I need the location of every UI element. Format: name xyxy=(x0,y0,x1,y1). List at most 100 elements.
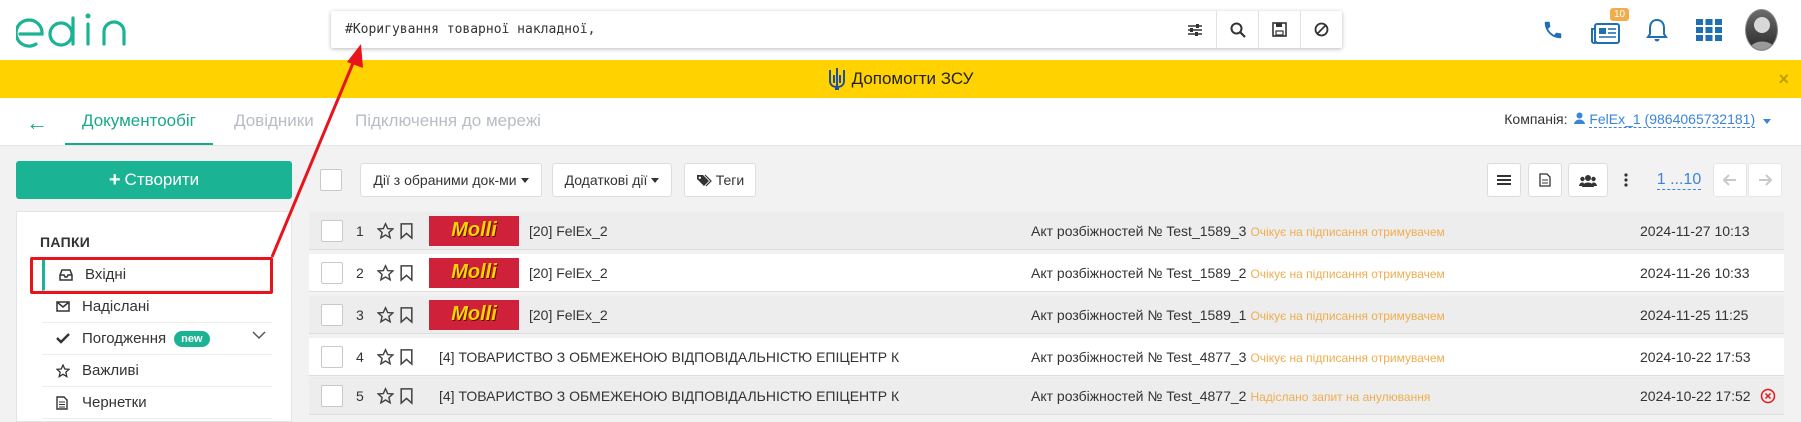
bookmark-icon[interactable] xyxy=(400,348,413,365)
save-icon xyxy=(1272,22,1287,37)
folder-sent[interactable]: Надіслані xyxy=(42,291,272,323)
row-checkbox[interactable] xyxy=(321,303,343,326)
document-status: Очікує на підписання отримувачем xyxy=(1250,266,1445,281)
filter-button[interactable] xyxy=(1174,11,1216,48)
tab-document-flow[interactable]: Документообіг xyxy=(65,98,213,145)
document-date: 2024-11-26 10:33 xyxy=(1640,264,1750,281)
tags-label: Теги xyxy=(715,172,745,188)
more-options-button[interactable] xyxy=(1614,163,1638,197)
document-title: Акт розбіжностей № Test_4877_2 xyxy=(1031,387,1247,404)
row-checkbox[interactable] xyxy=(321,384,343,407)
table-row[interactable]: 3 Molli [20] FelEx_2 Акт розбіжностей № … xyxy=(309,296,1784,334)
company-selector[interactable]: Компанія: FelEx_1 (9864065732181) xyxy=(1504,111,1771,128)
selected-actions-dropdown[interactable]: Дії з обраними док-ми xyxy=(360,163,542,197)
save-search-button[interactable] xyxy=(1258,11,1300,48)
new-badge: new xyxy=(174,330,210,347)
prev-page-button[interactable] xyxy=(1713,163,1747,197)
banner-text: Допомогти ЗСУ xyxy=(851,69,974,88)
create-label: Створити xyxy=(124,170,200,189)
star-icon[interactable] xyxy=(377,222,394,239)
document-cell[interactable]: Акт розбіжностей № Test_4877_3 Очікує на … xyxy=(1031,349,1445,365)
extra-actions-dropdown[interactable]: Додаткові дії xyxy=(552,163,672,197)
star-icon[interactable] xyxy=(377,264,394,281)
phone-button[interactable] xyxy=(1536,0,1570,60)
next-page-button[interactable] xyxy=(1748,163,1782,197)
document-title: Акт розбіжностей № Test_1589_1 xyxy=(1031,306,1247,323)
document-title: Акт розбіжностей № Test_1589_2 xyxy=(1031,264,1247,281)
tab-network-connection[interactable]: Підключення до мережі xyxy=(355,98,541,145)
folders-title: ПАПКИ xyxy=(40,234,91,250)
document-cell[interactable]: Акт розбіжностей № Test_1589_3 Очікує на … xyxy=(1031,223,1445,239)
apps-button[interactable] xyxy=(1694,0,1724,60)
document-date: 2024-10-22 17:53 xyxy=(1640,348,1751,365)
star-icon[interactable] xyxy=(377,387,394,404)
tags-button[interactable]: Теги xyxy=(684,163,756,197)
list-view-button[interactable] xyxy=(1487,163,1521,197)
news-button[interactable]: 10 xyxy=(1586,0,1630,60)
search-button[interactable] xyxy=(1216,11,1258,48)
document-cell[interactable]: Акт розбіжностей № Test_1589_1 Очікує на … xyxy=(1031,307,1445,323)
support-banner[interactable]: Допомогти ЗСУ × xyxy=(0,60,1801,98)
select-all-checkbox[interactable] xyxy=(320,169,342,191)
bell-icon xyxy=(1646,18,1668,42)
row-checkbox[interactable] xyxy=(321,345,343,368)
company-value[interactable]: FelEx_1 (9864065732181) xyxy=(1589,111,1756,128)
trident-icon xyxy=(828,68,845,90)
document-date: 2024-11-27 10:13 xyxy=(1640,222,1750,239)
phone-icon xyxy=(1544,21,1562,39)
counterparty-name: [4] ТОВАРИСТВО З ОБМЕЖЕНОЮ ВІДПОВІДАЛЬНІ… xyxy=(439,387,900,404)
search-bar xyxy=(331,11,1342,48)
table-row[interactable]: 4 [4] ТОВАРИСТВО З ОБМЕЖЕНОЮ ВІДПОВІДАЛЬ… xyxy=(309,338,1784,376)
row-number: 4 xyxy=(356,348,364,365)
table-row[interactable]: 2 Molli [20] FelEx_2 Акт розбіжностей № … xyxy=(309,254,1784,292)
documents-table: 1 Molli [20] FelEx_2 Акт розбіжностей № … xyxy=(309,212,1784,422)
folder-drafts[interactable]: Чернетки xyxy=(42,387,272,419)
bookmark-icon[interactable] xyxy=(400,222,413,239)
document-status: Очікує на підписання отримувачем xyxy=(1250,350,1445,365)
envelope-icon xyxy=(56,301,70,312)
draft-icon xyxy=(56,395,68,410)
document-view-button[interactable] xyxy=(1528,163,1562,197)
folder-important[interactable]: Важливі xyxy=(42,355,272,387)
row-checkbox[interactable] xyxy=(321,219,343,242)
caret-down-icon xyxy=(651,177,660,183)
bookmark-icon[interactable] xyxy=(400,387,413,404)
document-status: Очікує на підписання отримувачем xyxy=(1250,224,1445,239)
create-button[interactable]: + Створити xyxy=(16,161,292,199)
cancel-circle-icon[interactable] xyxy=(1760,388,1776,404)
edin-logo[interactable] xyxy=(16,8,151,52)
tab-directories[interactable]: Довідники xyxy=(234,98,314,145)
search-input[interactable] xyxy=(331,11,1181,48)
back-arrow-button[interactable]: ← xyxy=(26,110,48,136)
table-row[interactable]: 5 [4] ТОВАРИСТВО З ОБМЕЖЕНОЮ ВІДПОВІДАЛЬ… xyxy=(309,377,1784,415)
newspaper-icon xyxy=(1591,23,1620,44)
chevron-down-icon[interactable] xyxy=(252,331,266,340)
page-range[interactable]: 1 ...10 xyxy=(1652,163,1706,197)
search-icon xyxy=(1230,22,1246,38)
logo-text: Molli xyxy=(451,303,497,325)
bookmark-icon[interactable] xyxy=(400,306,413,323)
document-title: Акт розбіжностей № Test_4877_3 xyxy=(1031,348,1247,365)
clear-search-button[interactable] xyxy=(1300,11,1342,48)
user-avatar[interactable] xyxy=(1745,9,1778,51)
star-icon[interactable] xyxy=(377,306,394,323)
notifications-button[interactable] xyxy=(1642,0,1672,60)
company-logo: Molli xyxy=(429,215,519,246)
row-checkbox[interactable] xyxy=(321,261,343,284)
document-status: Очікує на підписання отримувачем xyxy=(1250,308,1445,323)
document-title: Акт розбіжностей № Test_1589_3 xyxy=(1031,222,1247,239)
document-cell[interactable]: Акт розбіжностей № Test_1589_2 Очікує на … xyxy=(1031,265,1445,281)
check-icon xyxy=(56,333,70,344)
folder-approval[interactable]: Погодження new xyxy=(42,323,272,355)
company-logo: Molli xyxy=(429,299,519,330)
folder-label: Чернетки xyxy=(82,394,147,411)
folder-label: Погодження xyxy=(82,330,167,347)
apps-grid-icon xyxy=(1696,19,1722,41)
banner-close-button[interactable]: × xyxy=(1778,69,1789,90)
bookmark-icon[interactable] xyxy=(400,264,413,281)
document-cell[interactable]: Акт розбіжностей № Test_4877_2 Надіслано … xyxy=(1031,388,1430,404)
table-row[interactable]: 1 Molli [20] FelEx_2 Акт розбіжностей № … xyxy=(309,212,1784,250)
users-icon xyxy=(1579,174,1597,187)
star-icon[interactable] xyxy=(377,348,394,365)
group-view-button[interactable] xyxy=(1568,163,1608,197)
